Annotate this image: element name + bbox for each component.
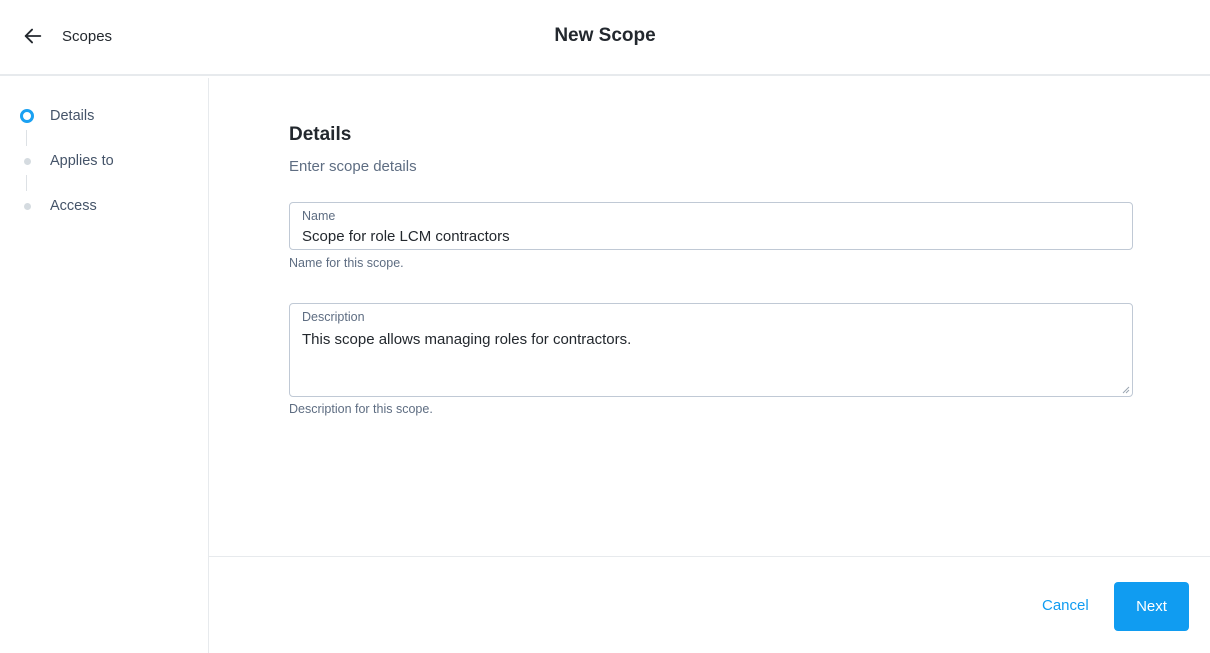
description-field[interactable]: Description This scope allows managing r… [289, 303, 1133, 397]
section-subtitle: Enter scope details [289, 158, 417, 175]
name-input[interactable] [302, 225, 1122, 247]
resize-handle-icon[interactable] [1122, 386, 1130, 394]
step-label: Applies to [50, 153, 114, 169]
name-field-label: Name [302, 209, 336, 223]
step-connector [26, 175, 27, 191]
top-bar: Scopes New Scope [0, 0, 1210, 76]
step-inactive-indicator [20, 199, 34, 213]
description-textarea[interactable]: This scope allows managing roles for con… [302, 331, 1122, 348]
step-label: Details [50, 108, 95, 124]
step-applies-to[interactable]: Applies to [0, 149, 200, 173]
step-details[interactable]: Details [0, 104, 200, 128]
description-field-label: Description [302, 310, 365, 324]
step-connector [26, 130, 27, 146]
page-title: New Scope [554, 25, 656, 46]
step-label: Access [50, 198, 97, 214]
next-button[interactable]: Next [1114, 582, 1189, 631]
step-access[interactable]: Access [0, 194, 200, 218]
stepper-sidebar: Details Applies to Access [0, 78, 209, 653]
cancel-button[interactable]: Cancel [1042, 597, 1089, 614]
description-help-text: Description for this scope. [289, 402, 433, 416]
details-form: Details Enter scope details Name Name fo… [289, 124, 1133, 416]
section-title: Details [289, 124, 352, 145]
footer-actions: Cancel Next [209, 556, 1210, 653]
name-help-text: Name for this scope. [289, 256, 404, 270]
step-active-indicator [20, 109, 34, 123]
step-inactive-indicator [20, 154, 34, 168]
name-field[interactable]: Name [289, 202, 1133, 250]
